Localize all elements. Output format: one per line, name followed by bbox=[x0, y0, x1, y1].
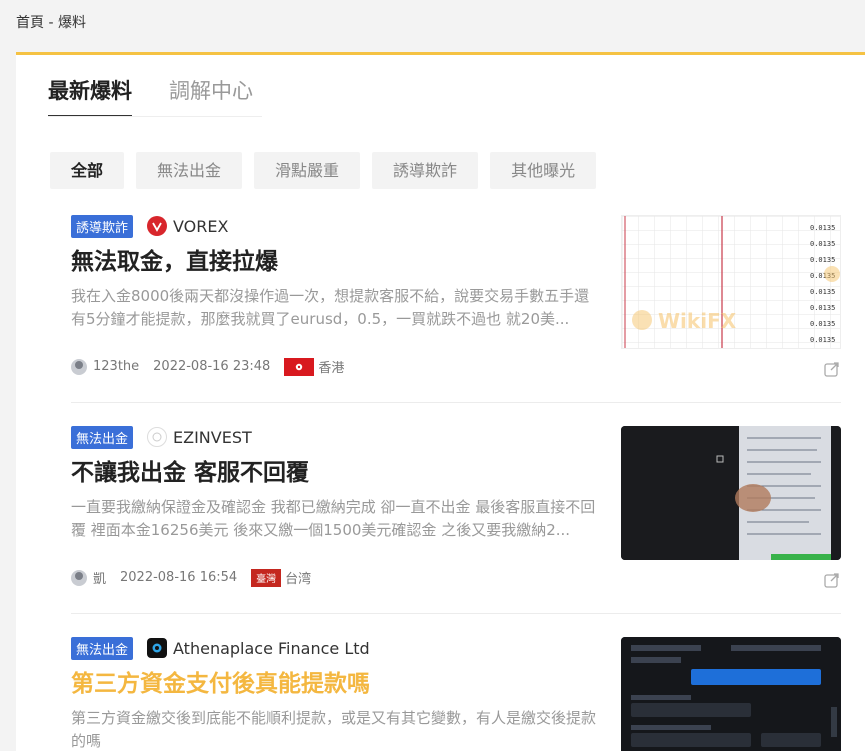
post-meta: 123the 2022-08-16 23:48 香港 bbox=[71, 357, 344, 376]
svg-text:0.0135: 0.0135 bbox=[810, 224, 835, 232]
post-description: 一直要我繳納保證金及確認金 我都已繳納完成 卻一直不出金 最後客服直接不回覆 裡… bbox=[71, 498, 596, 539]
taiwan-flag-icon: 臺灣 bbox=[251, 568, 282, 587]
broker-logo-icon bbox=[147, 638, 168, 658]
post-thumbnail[interactable] bbox=[621, 426, 841, 560]
filter-slippage[interactable]: 滑點嚴重 bbox=[254, 152, 361, 189]
hong-kong-flag-icon bbox=[284, 357, 315, 376]
list-item[interactable]: 無法出金 EZINVEST 不讓我出金 客服不回覆 一直要我繳納保證金及確認金 … bbox=[71, 425, 841, 588]
post-description: 我在入金8000後兩天都沒操作過一次，想提款客服不給，說要交易手數五手還有5分鐘… bbox=[71, 287, 590, 328]
broker-name[interactable]: VOREX bbox=[173, 217, 228, 236]
filter-bar: 全部 無法出金 滑點嚴重 誘導欺詐 其他曝光 bbox=[50, 152, 608, 189]
filter-cannot-withdraw[interactable]: 無法出金 bbox=[136, 152, 243, 189]
tab-mediation-center[interactable]: 調解中心 bbox=[169, 75, 253, 117]
category-tag: 無法出金 bbox=[71, 636, 134, 660]
broker-logo-icon bbox=[147, 427, 168, 447]
category-tag: 無法出金 bbox=[71, 425, 134, 449]
tab-divider bbox=[48, 116, 262, 117]
breadcrumb: 首頁 - 爆料 bbox=[16, 15, 86, 31]
timestamp: 2022-08-16 16:54 bbox=[120, 570, 238, 585]
region-label: 台湾 bbox=[285, 572, 312, 587]
filter-all[interactable]: 全部 bbox=[50, 152, 125, 189]
tab-latest-reports[interactable]: 最新爆料 bbox=[48, 75, 132, 117]
divider bbox=[71, 613, 841, 614]
tab-bar: 最新爆料 調解中心 bbox=[48, 75, 290, 117]
svg-text:0.0135: 0.0135 bbox=[810, 320, 835, 328]
share-icon[interactable] bbox=[823, 360, 841, 378]
list-item[interactable]: 無法出金 Athenaplace Finance Ltd 第三方資金支付後真能提… bbox=[71, 636, 841, 751]
timestamp: 2022-08-16 23:48 bbox=[153, 359, 271, 374]
broker-name[interactable]: EZINVEST bbox=[173, 428, 252, 447]
divider bbox=[71, 402, 841, 403]
post-meta: 凱 2022-08-16 16:54 臺灣 台湾 bbox=[71, 568, 311, 587]
broker-logo-icon bbox=[147, 216, 168, 236]
svg-text:0.0135: 0.0135 bbox=[810, 336, 835, 344]
category-tag: 誘導欺詐 bbox=[71, 214, 134, 238]
post-thumbnail[interactable] bbox=[621, 637, 841, 751]
svg-text:0.0135: 0.0135 bbox=[810, 288, 835, 296]
username: 123the bbox=[93, 359, 140, 374]
filter-other-exposure[interactable]: 其他曝光 bbox=[490, 152, 597, 189]
svg-text:0.0135: 0.0135 bbox=[810, 304, 835, 312]
avatar bbox=[71, 358, 87, 375]
post-description: 第三方資金繳交後到底能不能順利提款，或是又有其它變數，有人是繳交後提款的嗎 bbox=[71, 709, 597, 750]
avatar bbox=[71, 569, 87, 586]
content-panel: 最新爆料 調解中心 全部 無法出金 滑點嚴重 誘導欺詐 其他曝光 誘導欺詐 VO… bbox=[16, 52, 865, 751]
post-thumbnail[interactable]: 0.0135 0.0135 0.0135 0.0135 0.0135 0.0135 0… bbox=[621, 215, 841, 349]
filter-fraud[interactable]: 誘導欺詐 bbox=[372, 152, 479, 189]
list-item[interactable]: 誘導欺詐 VOREX 無法取金，直接拉爆 我在入金8000後兩天都沒操作過一次，… bbox=[71, 214, 841, 377]
region-label: 香港 bbox=[318, 361, 345, 376]
svg-text:0.0135: 0.0135 bbox=[810, 240, 835, 248]
broker-name[interactable]: Athenaplace Finance Ltd bbox=[173, 639, 370, 658]
username: 凱 bbox=[93, 572, 107, 587]
svg-text:0.0135: 0.0135 bbox=[810, 256, 835, 264]
share-icon[interactable] bbox=[823, 571, 841, 589]
thumbnail-watermark: WikiFX bbox=[658, 309, 737, 333]
